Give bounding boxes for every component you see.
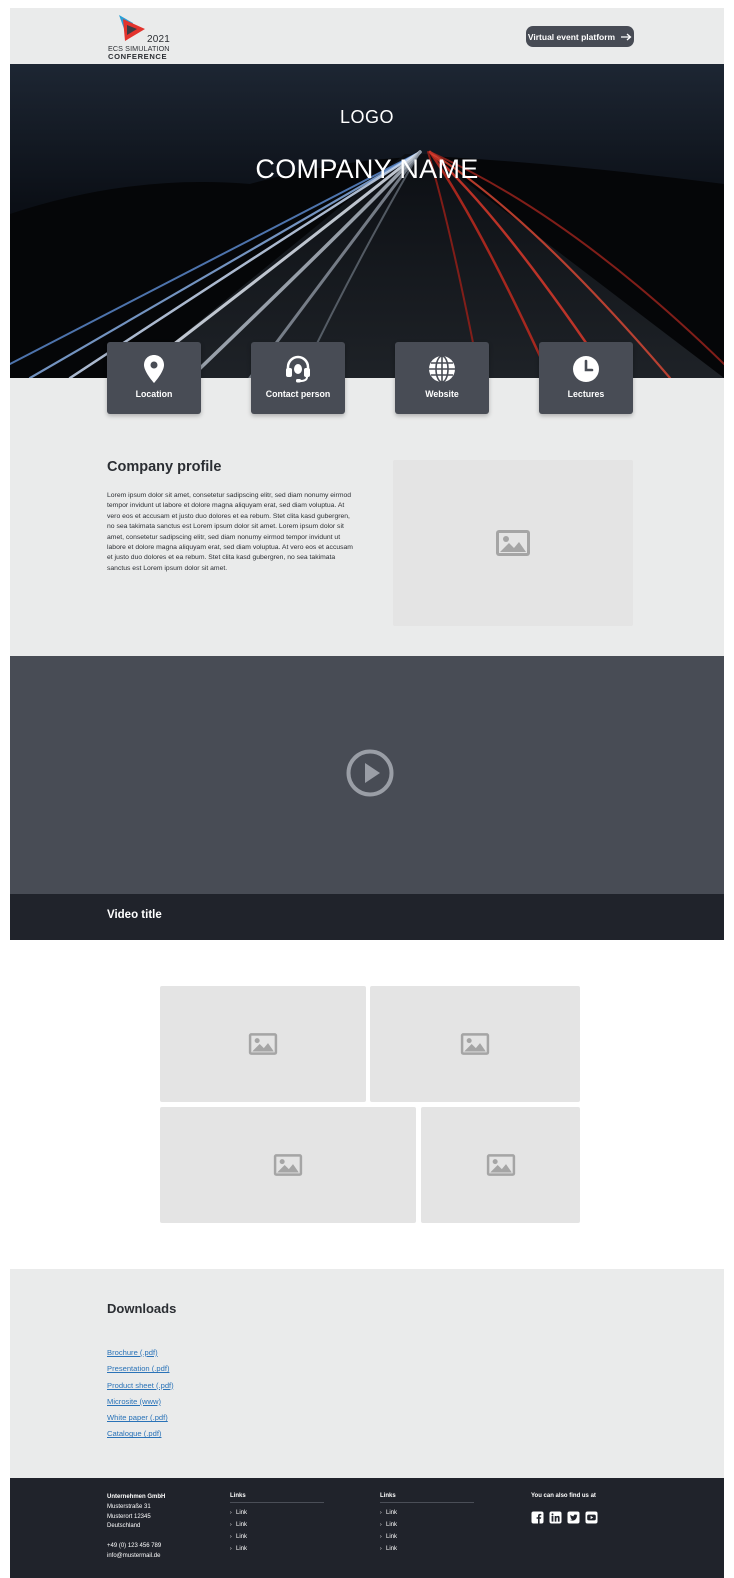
site-header: 2021 ECS SIMULATION CONFERENCE Virtual e… (10, 8, 724, 64)
company-profile-title: Company profile (107, 459, 222, 475)
footer-link-label: Link (236, 1522, 248, 1528)
image-icon (248, 1033, 278, 1055)
gallery-image-1[interactable] (160, 986, 366, 1102)
footer-company-name: Unternehmen GmbH (107, 1494, 166, 1500)
footer-street: Musterstraße 31 (107, 1503, 151, 1510)
contact-person-tile-label: Contact person (265, 389, 331, 399)
footer-phone: +49 (0) 123 456 789 (107, 1542, 162, 1549)
hero-logo-text: LOGO (339, 107, 394, 127)
footer-link[interactable]: › Link (380, 1519, 474, 1531)
website-tile[interactable]: Website (395, 342, 489, 414)
video-title: Video title (107, 909, 162, 921)
footer-link[interactable]: › Link (380, 1543, 474, 1555)
twitter-icon[interactable] (567, 1511, 580, 1524)
footer-link[interactable]: › Link (230, 1531, 324, 1543)
lectures-tile[interactable]: Lectures (539, 342, 633, 414)
footer-country: Deutschland (107, 1523, 141, 1530)
image-icon (273, 1154, 303, 1176)
download-link-presentation[interactable]: Presentation (.pdf) (107, 1364, 169, 1373)
footer-links-column-2: Links › Link › Link › Link › Link (380, 1493, 474, 1555)
footer-links-heading: Links (230, 1493, 324, 1503)
list-item: Catalogue (.pdf) (107, 1429, 174, 1445)
download-link-microsite[interactable]: Microsite (www) (107, 1397, 161, 1406)
footer-social-icons (531, 1511, 598, 1524)
footer-link[interactable]: › Link (230, 1519, 324, 1531)
gallery-image-2[interactable] (370, 986, 580, 1102)
website-tile-label: Website (425, 389, 459, 399)
footer-link-label: Link (236, 1510, 248, 1516)
gallery-image-4[interactable] (421, 1107, 580, 1223)
company-profile-text: Lorem ipsum dolor sit amet, consetetur s… (107, 492, 353, 572)
image-icon (486, 1154, 515, 1176)
footer-links-heading: Links (380, 1493, 474, 1503)
footer-email[interactable]: info@mustermail.de (107, 1552, 165, 1562)
downloads-title: Downloads (107, 1301, 177, 1316)
clock-icon (573, 356, 599, 382)
footer-link[interactable]: › Link (230, 1507, 324, 1519)
headset-icon (286, 355, 310, 383)
arrow-right-icon (621, 33, 632, 40)
downloads-section: Downloads Brochure (.pdf) Presentation (… (10, 1269, 724, 1478)
list-item: Product sheet (.pdf) (107, 1381, 174, 1397)
page: 2021 ECS SIMULATION CONFERENCE Virtual e… (10, 8, 724, 1578)
location-pin-icon (144, 355, 164, 383)
logo-line2: CONFERENCE (108, 52, 168, 61)
video-player[interactable] (10, 656, 724, 894)
footer-city: Musterort 12345 (107, 1513, 151, 1520)
footer-link[interactable]: › Link (380, 1507, 474, 1519)
site-footer: Unternehmen GmbH Musterstraße 31 Mustero… (10, 1478, 724, 1578)
location-tile-label: Location (135, 389, 173, 399)
globe-icon (429, 355, 455, 383)
linkedin-icon[interactable] (549, 1511, 562, 1524)
footer-link-label: Link (236, 1546, 248, 1552)
download-link-product-sheet[interactable]: Product sheet (.pdf) (107, 1381, 174, 1390)
contact-person-tile[interactable]: Contact person (251, 342, 345, 414)
footer-link-label: Link (386, 1546, 398, 1552)
hero-banner: LOGO COMPANY NAME (10, 64, 724, 378)
downloads-list: Brochure (.pdf) Presentation (.pdf) Prod… (107, 1348, 174, 1446)
list-item: Presentation (.pdf) (107, 1364, 174, 1380)
virtual-event-platform-label: Virtual event platform (527, 31, 616, 42)
virtual-event-platform-button[interactable]: Virtual event platform (526, 26, 634, 47)
download-link-white-paper[interactable]: White paper (.pdf) (107, 1413, 168, 1422)
video-title-bar: Video title (10, 894, 724, 940)
profile-image-placeholder (393, 460, 633, 626)
footer-link-label: Link (386, 1534, 398, 1540)
hero-company-name: COMPANY NAME (255, 154, 479, 184)
footer-company-address: Unternehmen GmbH Musterstraße 31 Mustero… (107, 1493, 165, 1562)
footer-link[interactable]: › Link (380, 1531, 474, 1543)
footer-social-heading: You can also find us at (531, 1493, 596, 1499)
gallery-image-3[interactable] (160, 1107, 416, 1223)
footer-link[interactable]: › Link (230, 1543, 324, 1555)
list-item: Microsite (www) (107, 1397, 174, 1413)
download-link-catalogue[interactable]: Catalogue (.pdf) (107, 1429, 161, 1438)
footer-links-column-1: Links › Link › Link › Link › Link (230, 1493, 324, 1555)
list-item: Brochure (.pdf) (107, 1348, 174, 1364)
location-tile[interactable]: Location (107, 342, 201, 414)
lectures-tile-label: Lectures (567, 389, 605, 399)
play-icon[interactable] (346, 749, 394, 797)
youtube-icon[interactable] (585, 1511, 598, 1524)
conference-logo[interactable]: 2021 ECS SIMULATION CONFERENCE (107, 13, 175, 61)
download-link-brochure[interactable]: Brochure (.pdf) (107, 1348, 158, 1357)
facebook-icon[interactable] (531, 1511, 544, 1524)
list-item: White paper (.pdf) (107, 1413, 174, 1429)
footer-spacer (107, 1532, 165, 1542)
footer-link-label: Link (386, 1510, 398, 1516)
image-icon (460, 1033, 490, 1055)
image-icon (496, 530, 530, 556)
footer-link-label: Link (386, 1522, 398, 1528)
footer-link-label: Link (236, 1534, 248, 1540)
